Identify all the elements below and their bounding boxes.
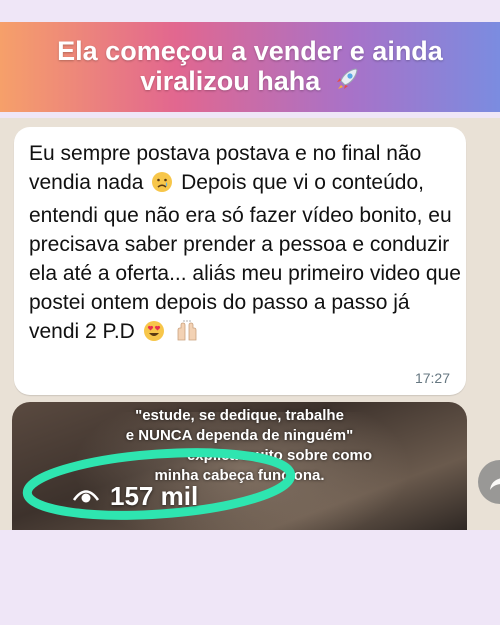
banner-title-text: Ela começou a vender e ainda viralizou h…	[57, 36, 443, 96]
message-bubble[interactable]: Eu sempre postava postava e no final não…	[14, 127, 466, 395]
sad-face-icon	[151, 171, 173, 201]
video-preview[interactable]: "estude, se dedique, trabalhe e NUNCA de…	[12, 402, 467, 530]
heart-eyes-icon	[143, 320, 165, 350]
view-count-value: 157 mil	[110, 481, 199, 511]
rocket-icon	[334, 66, 360, 98]
raised-hands-icon	[175, 320, 199, 350]
video-caption-line-1: "estude, se dedique, trabalhe	[135, 407, 344, 424]
forward-icon	[490, 478, 500, 490]
header-banner: Ela começou a vender e ainda viralizou h…	[0, 22, 500, 112]
chat-area: Eu sempre postava postava e no final não…	[0, 118, 500, 530]
message-text: Eu sempre postava postava e no final não…	[29, 139, 461, 350]
view-count: 157 mil	[72, 481, 198, 512]
message-timestamp: 17:27	[414, 370, 450, 386]
message-part-2: Depois que vi o conteúdo, entendi que nã…	[29, 171, 461, 343]
banner-title: Ela começou a vender e ainda viralizou h…	[15, 36, 485, 98]
eye-icon	[72, 481, 100, 512]
